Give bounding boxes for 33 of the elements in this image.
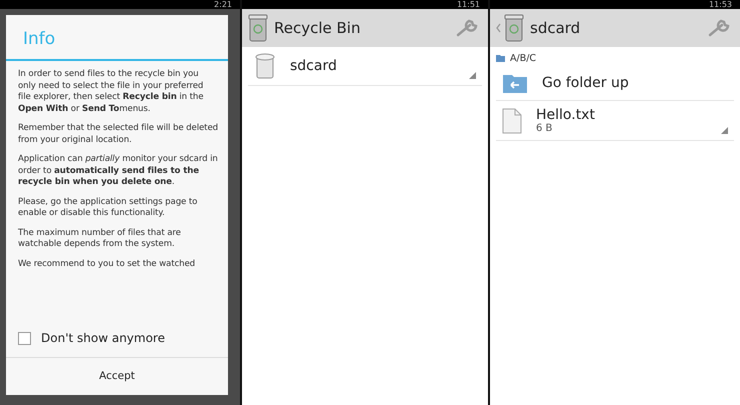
screen-title: sdcard xyxy=(530,19,582,37)
status-time: 11:53 xyxy=(708,0,732,9)
status-time: 11:51 xyxy=(456,0,480,9)
dialog-title: Info xyxy=(6,15,228,61)
item-name: sdcard xyxy=(290,58,338,74)
info-paragraph: Please, go the application settings page to enable or disable this functionality. xyxy=(18,196,198,220)
screen-title: Recycle Bin xyxy=(274,19,362,37)
checkbox-label: Don't show anymore xyxy=(41,331,165,345)
info-paragraph: In order to send files to the recycle bin you only need to select the file in your preferred file explorer, then select Recycle bin in the Open With or Send Tomenus. xyxy=(18,69,204,115)
trash-can-icon xyxy=(504,14,524,42)
wrench-icon[interactable] xyxy=(456,18,480,38)
info-paragraph: We recommend to you to set the watched xyxy=(18,258,196,270)
info-paragraph: The maximum number of files that are watchable depends from the system. xyxy=(18,228,182,250)
trash-can-icon xyxy=(248,14,268,42)
checkbox[interactable] xyxy=(18,332,31,344)
list-item[interactable]: Go folder up xyxy=(496,66,734,101)
folder-path: A/B/C xyxy=(510,53,536,64)
info-paragraph: Remember that the selected file will be deleted from your original location. xyxy=(18,123,218,146)
folder-up-icon xyxy=(502,72,528,94)
info-paragraph: Application can partially monitor your sdcard in order to automatically send files to the recycle bin when you delete one. xyxy=(18,154,218,188)
corner-triangle-icon xyxy=(721,127,728,134)
item-name: Go folder up xyxy=(542,75,630,91)
item-name: Hello.txt xyxy=(536,107,596,123)
file-size: 6 B xyxy=(536,123,554,134)
back-chevron-icon[interactable] xyxy=(496,23,501,33)
list-item[interactable]: Hello.txt 6 B xyxy=(496,101,734,141)
trash-can-icon xyxy=(254,53,276,79)
document-icon xyxy=(502,108,522,134)
folder-icon xyxy=(496,55,505,62)
corner-triangle-icon xyxy=(469,72,476,79)
list-item[interactable]: sdcard xyxy=(248,47,482,86)
wrench-icon[interactable] xyxy=(708,18,732,38)
status-time: 2:21 xyxy=(214,0,232,9)
